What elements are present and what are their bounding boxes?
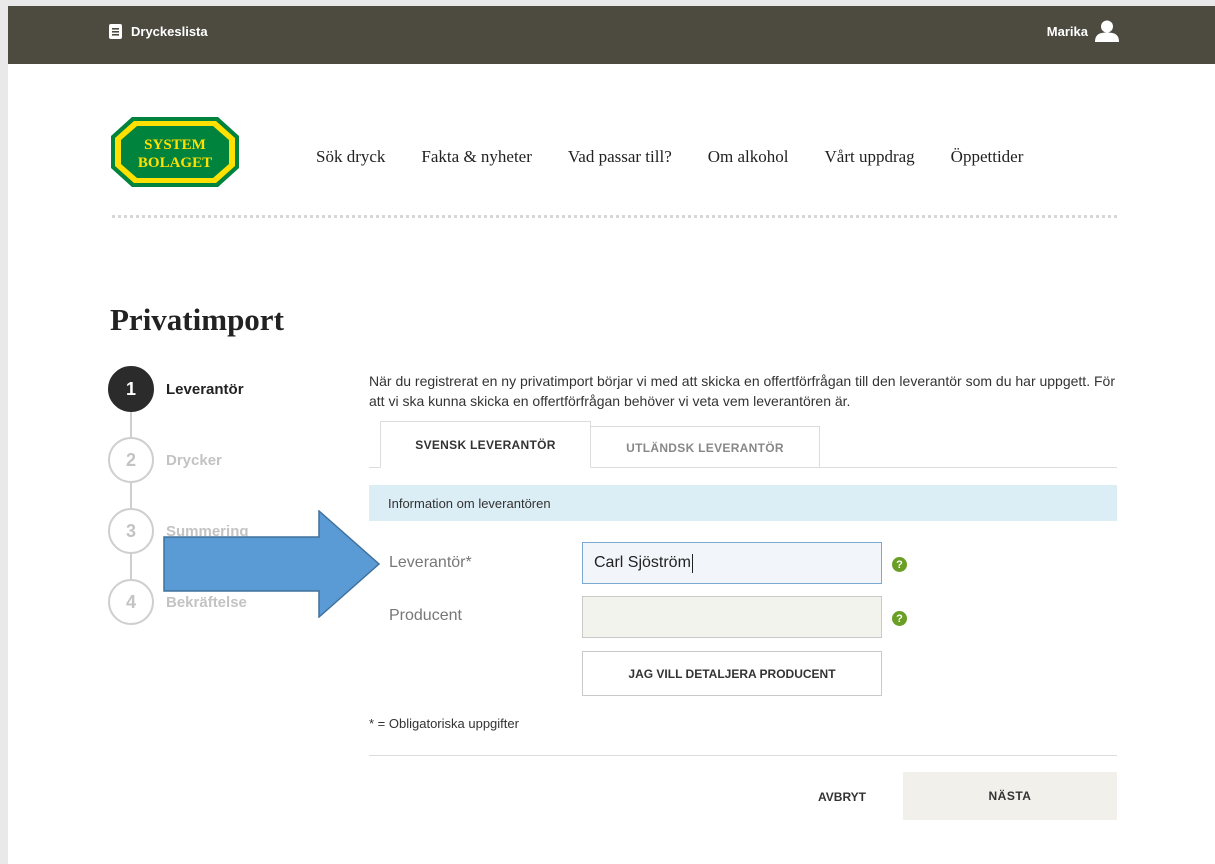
nav-item-about-alcohol[interactable]: Om alkohol bbox=[708, 147, 789, 167]
producer-help-icon[interactable]: ? bbox=[892, 611, 907, 626]
section-header: Information om leverantören bbox=[369, 485, 1117, 521]
page-title: Privatimport bbox=[110, 302, 284, 337]
supplier-label: Leverantör* bbox=[389, 554, 472, 571]
step-number: 2 bbox=[108, 437, 154, 483]
logo-text-line2: BOLAGET bbox=[138, 155, 212, 171]
list-icon bbox=[109, 24, 122, 39]
step-label: Drycker bbox=[166, 451, 222, 469]
tab-swedish-supplier[interactable]: SVENSK LEVERANTÖR bbox=[380, 421, 591, 468]
supplier-help-icon[interactable]: ? bbox=[892, 557, 907, 572]
help-symbol: ? bbox=[896, 558, 903, 571]
nav-item-pairing[interactable]: Vad passar till? bbox=[568, 147, 672, 167]
cancel-button[interactable]: AVBRYT bbox=[818, 790, 866, 804]
step-number: 3 bbox=[108, 508, 154, 554]
nav-item-opening-hours[interactable]: Öppettider bbox=[951, 147, 1024, 167]
producer-label: Producent bbox=[389, 607, 462, 624]
step-number: 1 bbox=[108, 366, 154, 412]
logo-text-line1: SYSTEM bbox=[144, 137, 206, 153]
systembolaget-logo[interactable]: SYSTEM BOLAGET bbox=[110, 116, 240, 188]
nav-item-facts-news[interactable]: Fakta & nyheter bbox=[421, 147, 531, 167]
producer-input[interactable] bbox=[582, 596, 882, 638]
supplier-input-value: Carl Sjöström bbox=[594, 554, 691, 571]
page: Dryckeslista Marika SYSTEM BOLAGET Sök d… bbox=[8, 6, 1215, 864]
text-caret bbox=[691, 553, 693, 573]
main-nav: Sök dryck Fakta & nyheter Vad passar til… bbox=[316, 147, 1023, 167]
intro-text: När du registrerat en ny privatimport bö… bbox=[369, 373, 1115, 409]
top-bar: Dryckeslista Marika bbox=[8, 6, 1215, 64]
help-symbol: ? bbox=[896, 612, 903, 625]
nav-item-our-mission[interactable]: Vårt uppdrag bbox=[825, 147, 915, 167]
user-icon bbox=[1095, 20, 1119, 42]
step-label: Leverantör bbox=[166, 380, 244, 398]
step-number: 4 bbox=[108, 579, 154, 625]
tab-foreign-supplier[interactable]: UTLÄNDSK LEVERANTÖR bbox=[591, 426, 820, 468]
detail-producer-button[interactable]: JAG VILL DETALJERA PRODUCENT bbox=[582, 651, 882, 696]
required-note: * = Obligatoriska uppgifter bbox=[369, 716, 519, 731]
user-name: Marika bbox=[1046, 23, 1088, 39]
actions-divider bbox=[369, 755, 1117, 756]
annotation-arrow bbox=[163, 510, 381, 618]
nav-item-search-drink[interactable]: Sök dryck bbox=[316, 147, 385, 167]
supplier-input[interactable]: Carl Sjöström bbox=[582, 542, 882, 584]
drink-list-link[interactable]: Dryckeslista bbox=[109, 24, 208, 39]
next-button[interactable]: NÄSTA bbox=[903, 772, 1117, 820]
step-supplier[interactable]: 1 Leverantör bbox=[108, 366, 244, 412]
user-menu[interactable]: Marika bbox=[1047, 20, 1119, 42]
section-title: Information om leverantören bbox=[388, 495, 551, 511]
header-divider bbox=[112, 215, 1117, 218]
drink-list-label: Dryckeslista bbox=[131, 24, 208, 39]
step-drinks: 2 Drycker bbox=[108, 437, 222, 483]
